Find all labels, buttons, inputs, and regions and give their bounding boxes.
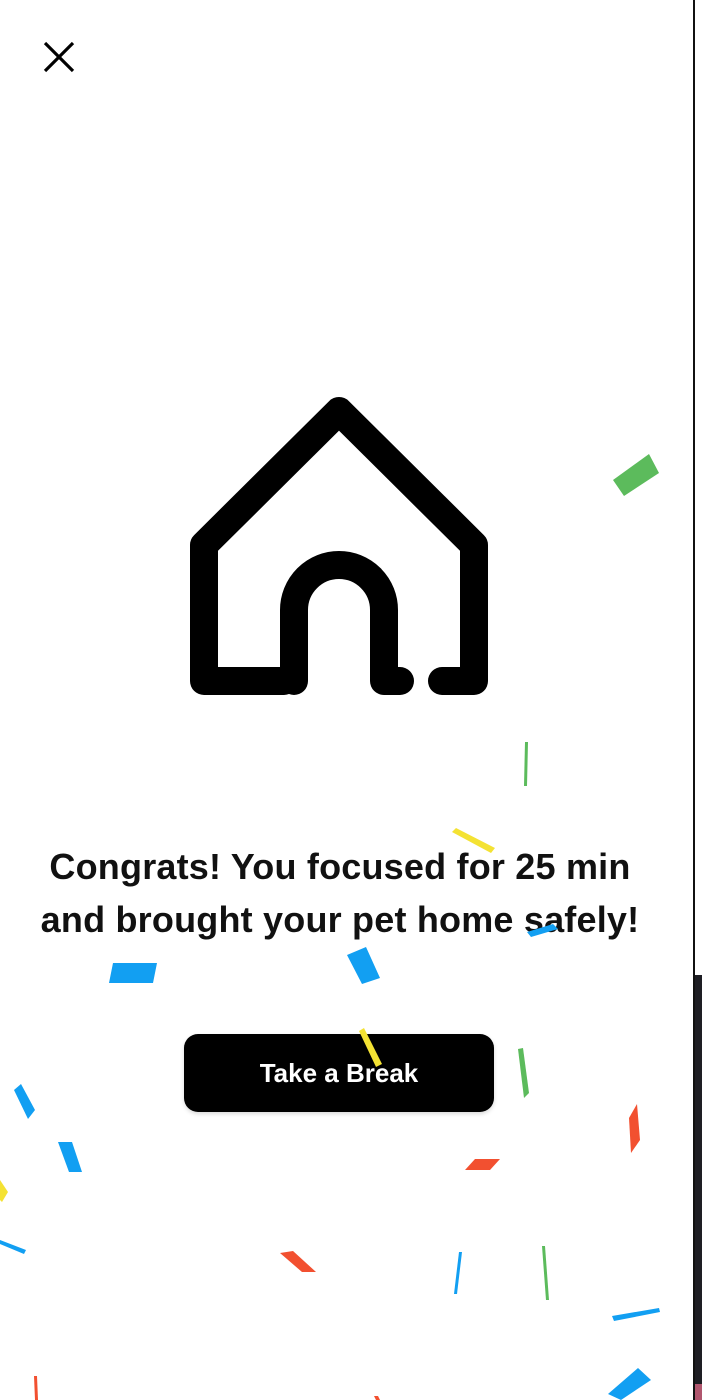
confetti-piece	[374, 1396, 380, 1400]
confetti-piece	[613, 454, 659, 496]
confetti-piece	[280, 1251, 316, 1272]
confetti-piece	[109, 963, 157, 983]
confetti-piece	[612, 1308, 660, 1321]
confetti-piece	[524, 742, 528, 786]
confetti-piece	[629, 1104, 640, 1153]
confetti-piece	[14, 1084, 35, 1119]
confetti-piece	[347, 947, 380, 984]
background-window-panel	[695, 975, 702, 1400]
confetti-piece	[34, 1376, 38, 1400]
confetti-piece	[465, 1159, 500, 1170]
confetti-piece	[0, 1180, 8, 1202]
dog-house-icon	[190, 397, 488, 695]
close-icon	[43, 41, 75, 73]
congrats-message: Congrats! You focused for 25 min and bro…	[40, 846, 640, 940]
confetti-piece	[518, 1048, 529, 1098]
confetti-piece	[58, 1142, 82, 1172]
confetti-piece	[454, 1252, 462, 1294]
take-a-break-button[interactable]: Take a Break	[184, 1034, 494, 1112]
celebration-screen: Congrats! You focused for 25 min and bro…	[0, 0, 702, 1400]
confetti-piece	[0, 1240, 26, 1254]
confetti-piece	[608, 1368, 651, 1400]
confetti-piece	[542, 1246, 549, 1300]
close-button[interactable]	[36, 34, 82, 80]
background-window-accent	[695, 1384, 702, 1400]
